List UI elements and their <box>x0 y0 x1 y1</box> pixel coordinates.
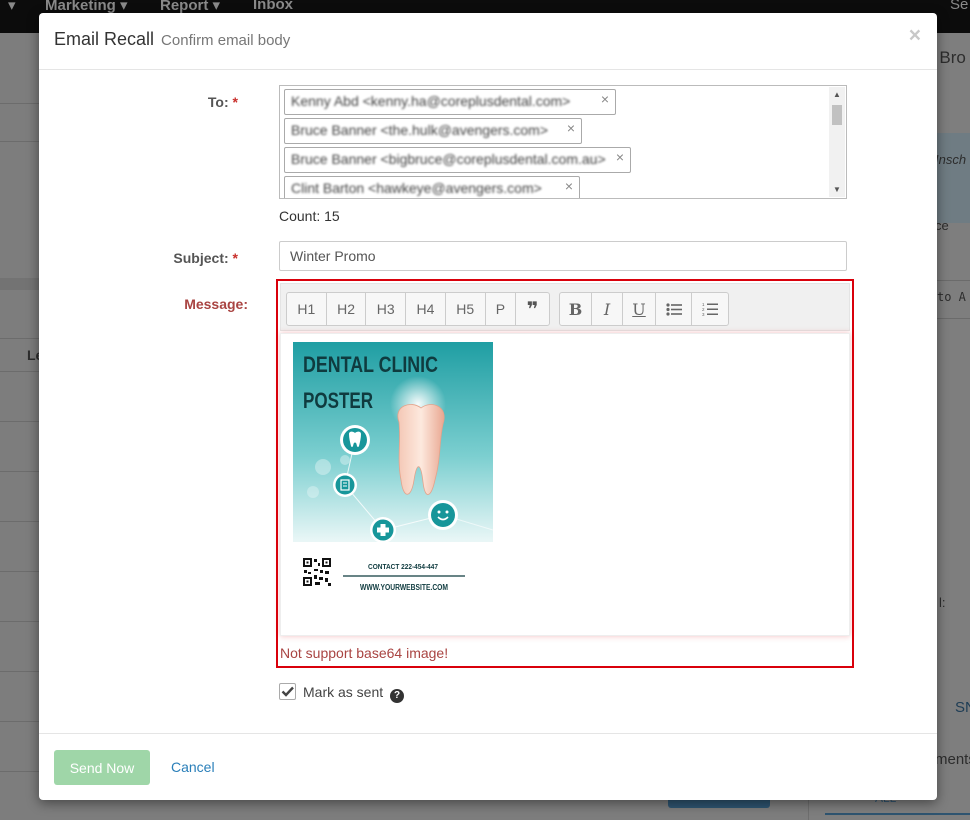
blockquote-button[interactable]: ❞ <box>516 293 549 325</box>
h2-button[interactable]: H2 <box>327 293 367 325</box>
to-label: To: * <box>207 94 238 110</box>
modal-title-text: Email Recall <box>54 29 155 49</box>
recipient-text: Bruce Banner <the.hulk@avengers.com> <box>291 122 549 138</box>
bg-nav-marketing: Marketing ▾ <box>45 0 128 14</box>
h5-button[interactable]: H5 <box>446 293 486 325</box>
scrollbar-thumb[interactable] <box>832 105 842 125</box>
svg-text:3: 3 <box>702 312 705 316</box>
required-mark: * <box>232 94 238 110</box>
recipient-text: Kenny Abd <kenny.ha@coreplusdental.com> <box>291 93 571 109</box>
bg-nav-caret: ▾ <box>8 0 16 14</box>
poster-contact: CONTACT 222-454-447 <box>368 564 438 571</box>
bg-nav-search: Se <box>950 0 969 13</box>
dental-clinic-poster-image: DENTAL CLINIC POSTER CONTACT 222-454-447… <box>293 342 493 596</box>
recipients-scrollbar[interactable]: ▲ ▼ <box>829 87 845 197</box>
remove-recipient-icon[interactable]: × <box>565 178 573 194</box>
recipient-tag: Bruce Banner <bigbruce@coreplusdental.co… <box>284 147 631 173</box>
message-editor: H1 H2 H3 H4 H5 P ❞ B I U 1 2 3 DENTAL CL… <box>276 279 854 668</box>
modal-title: Email Recall Confirm email body <box>54 29 290 50</box>
numbered-list-icon[interactable]: 1 2 3 <box>692 293 728 325</box>
bullet-list-icon[interactable] <box>656 293 692 325</box>
remove-recipient-icon[interactable]: × <box>601 91 609 107</box>
h4-button[interactable]: H4 <box>406 293 446 325</box>
close-icon[interactable]: × <box>909 25 921 46</box>
scroll-up-icon[interactable]: ▲ <box>833 90 841 99</box>
recipient-text: Clint Barton <hawkeye@avengers.com> <box>291 180 542 196</box>
checkmark-icon <box>281 686 294 697</box>
recipients-box[interactable]: Kenny Abd <kenny.ha@coreplusdental.com> … <box>279 85 847 199</box>
remove-recipient-icon[interactable]: × <box>567 120 575 136</box>
help-icon[interactable]: ? <box>390 689 405 703</box>
recipient-tag: Kenny Abd <kenny.ha@coreplusdental.com> … <box>284 89 616 115</box>
heading-group: H1 H2 H3 H4 H5 P ❞ <box>286 292 550 326</box>
qr-code-icon <box>303 558 331 586</box>
subject-input[interactable] <box>279 241 847 271</box>
format-group: B I U 1 2 3 <box>559 292 729 326</box>
poster-title-line1: DENTAL CLINIC <box>303 352 438 377</box>
h3-button[interactable]: H3 <box>366 293 407 325</box>
image-error-message: Not support base64 image! <box>280 645 449 661</box>
recipient-tag: Clint Barton <hawkeye@avengers.com> × <box>284 176 580 198</box>
paragraph-button[interactable]: P <box>486 293 517 325</box>
poster-website: WWW.YOURWEBSITE.COM <box>360 583 448 592</box>
send-now-button[interactable]: Send Now <box>54 750 150 785</box>
bold-button[interactable]: B <box>560 293 592 325</box>
remove-recipient-icon[interactable]: × <box>616 149 624 165</box>
modal-subtitle: Confirm email body <box>161 32 291 49</box>
recipient-tag: Bruce Banner <the.hulk@avengers.com> × <box>284 118 582 144</box>
scroll-down-icon[interactable]: ▼ <box>833 185 841 194</box>
message-label: Message: <box>184 296 248 312</box>
underline-button[interactable]: U <box>623 293 656 325</box>
bg-nav-inbox: Inbox <box>253 0 293 13</box>
h1-button[interactable]: H1 <box>287 293 327 325</box>
editor-content-area[interactable]: DENTAL CLINIC POSTER CONTACT 222-454-447… <box>280 333 850 636</box>
cancel-link[interactable]: Cancel <box>171 759 215 775</box>
mark-as-sent-checkbox[interactable] <box>279 683 296 700</box>
poster-title-line2: POSTER <box>303 388 373 413</box>
email-recall-modal: Email Recall Confirm email body × To: * … <box>39 13 937 800</box>
recipient-count: Count: 15 <box>279 208 340 224</box>
mark-as-sent-label: Mark as sent ? <box>303 684 405 703</box>
italic-button[interactable]: I <box>592 293 623 325</box>
modal-footer: Send Now Cancel <box>39 733 937 800</box>
required-mark: * <box>232 250 238 266</box>
bg-nav-report: Report ▾ <box>160 0 221 14</box>
editor-toolbar: H1 H2 H3 H4 H5 P ❞ B I U 1 2 3 <box>280 283 850 331</box>
recipient-text: Bruce Banner <bigbruce@coreplusdental.co… <box>291 151 606 167</box>
modal-header: Email Recall Confirm email body × <box>39 13 937 70</box>
subject-label: Subject: * <box>173 250 238 266</box>
